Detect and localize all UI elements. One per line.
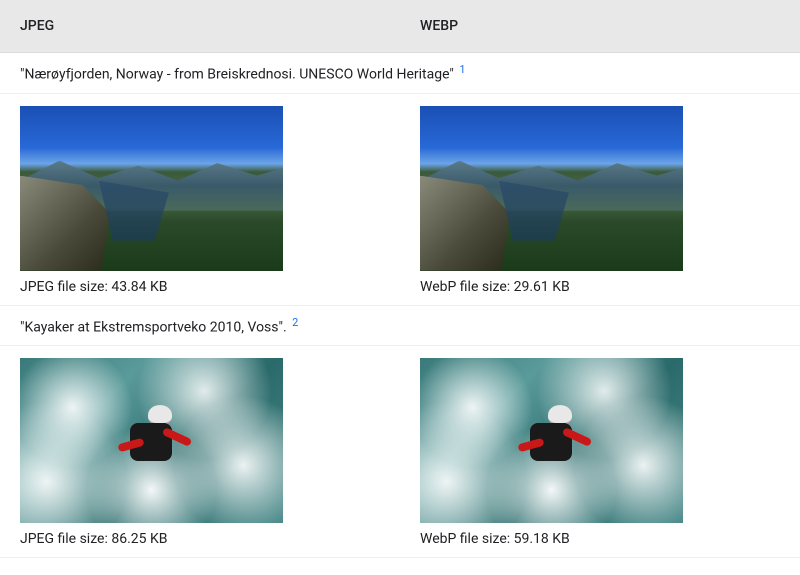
image-caption: "Kayaker at Ekstremsportveko 2010, Voss"… <box>20 319 287 335</box>
jpeg-cell: JPEG file size: 43.84 KB <box>0 94 400 305</box>
webp-image <box>420 106 683 271</box>
jpeg-cell: JPEG file size: 86.25 KB <box>0 346 400 557</box>
webp-image <box>420 358 683 523</box>
webp-cell: WebP file size: 59.18 KB <box>400 346 800 557</box>
image-row: JPEG file size: 43.84 KB WebP file size:… <box>0 94 800 306</box>
table-header-row: JPEG WEBP <box>0 0 800 53</box>
image-row: JPEG file size: 86.25 KB WebP file size:… <box>0 346 800 558</box>
image-caption: "Nærøyfjorden, Norway - from Breiskredno… <box>20 67 454 83</box>
header-jpeg: JPEG <box>0 0 400 52</box>
header-webp: WEBP <box>400 0 800 52</box>
webp-cell: WebP file size: 29.61 KB <box>400 94 800 305</box>
jpeg-filesize: JPEG file size: 43.84 KB <box>20 279 380 295</box>
jpeg-filesize: JPEG file size: 86.25 KB <box>20 531 380 547</box>
comparison-table: JPEG WEBP "Nærøyfjorden, Norway - from B… <box>0 0 800 558</box>
caption-row: "Nærøyfjorden, Norway - from Breiskredno… <box>0 53 800 94</box>
jpeg-image <box>20 106 283 271</box>
footnote-link[interactable]: 2 <box>292 316 298 329</box>
webp-filesize: WebP file size: 29.61 KB <box>420 279 780 295</box>
webp-filesize: WebP file size: 59.18 KB <box>420 531 780 547</box>
jpeg-image <box>20 358 283 523</box>
caption-row: "Kayaker at Ekstremsportveko 2010, Voss"… <box>0 306 800 347</box>
footnote-link[interactable]: 1 <box>459 63 465 76</box>
